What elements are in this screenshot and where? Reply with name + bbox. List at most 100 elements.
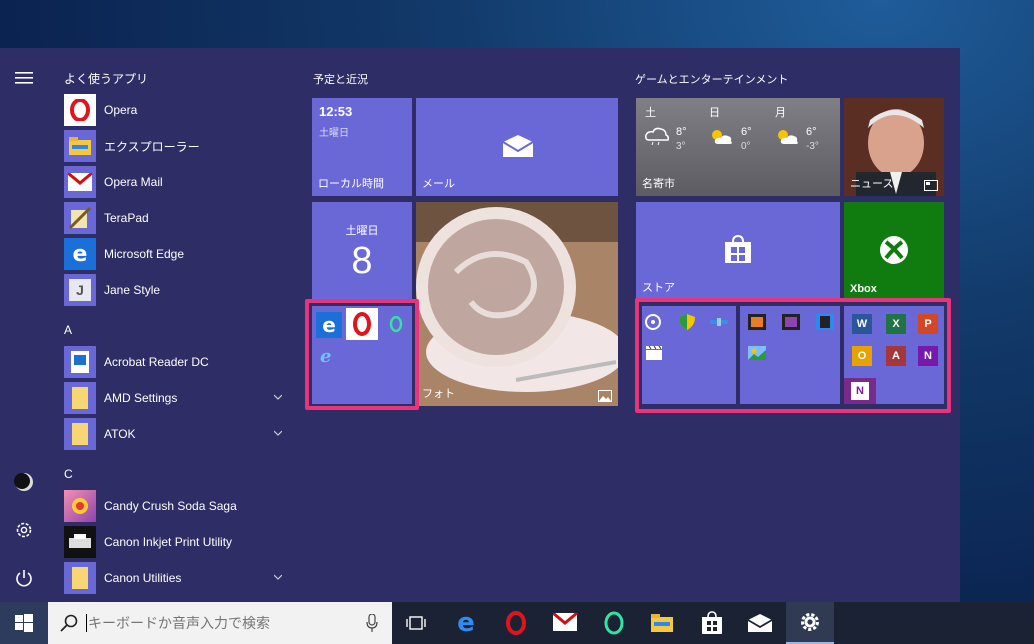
- start-menu: よく使うアプリ Opera エクスプローラー Opera Mail TeraPa…: [0, 48, 960, 602]
- weather-day: 月: [775, 107, 786, 119]
- app-label: Canon Inkjet Print Utility: [104, 535, 233, 549]
- photo-icon: [598, 390, 612, 402]
- taskbar-edge[interactable]: e: [442, 602, 490, 644]
- app-amd-settings[interactable]: AMD Settings: [64, 381, 292, 415]
- start-rail: [0, 48, 48, 602]
- clock-tile[interactable]: 12:53 土曜日 ローカル時間: [312, 98, 412, 196]
- app-canon-utilities[interactable]: Canon Utilities: [64, 561, 292, 595]
- xbox-tile[interactable]: Xbox: [844, 202, 944, 300]
- microphone-icon[interactable]: [366, 614, 378, 632]
- jane-style-icon: J: [64, 274, 96, 306]
- app-acrobat[interactable]: Acrobat Reader DC: [64, 345, 292, 379]
- group-title-entertainment[interactable]: ゲームとエンターテインメント: [635, 71, 788, 87]
- app-opera-mail[interactable]: Opera Mail: [64, 165, 292, 199]
- taskbar-explorer[interactable]: [638, 602, 686, 644]
- tile-label: ストア: [642, 282, 675, 294]
- app-label: エクスプローラー: [104, 139, 200, 154]
- tile-label: メール: [422, 178, 455, 190]
- taskbar-mail[interactable]: [736, 602, 784, 644]
- search-box[interactable]: [48, 602, 392, 644]
- app-label: Jane Style: [104, 283, 161, 297]
- weather-day: 土: [645, 107, 656, 119]
- section-header-c[interactable]: C: [64, 467, 73, 481]
- film-icon: [748, 314, 766, 330]
- app-explorer[interactable]: エクスプローラー: [64, 129, 292, 163]
- opera-icon: [346, 308, 378, 340]
- sun-cloud-icon: [778, 130, 798, 144]
- store-bag-icon: [725, 234, 751, 263]
- onenote-tile-icon: N: [844, 378, 876, 404]
- taskbar-settings[interactable]: [786, 602, 834, 644]
- edge-icon: e: [457, 608, 475, 638]
- opera-neon-icon: [389, 316, 403, 332]
- user-avatar[interactable]: [12, 470, 36, 494]
- powerpoint-icon: P: [918, 314, 938, 334]
- folder-icon: [64, 562, 96, 594]
- shield-icon: [679, 314, 695, 330]
- taskbar-opera[interactable]: [492, 602, 540, 644]
- weather-low: 0°: [741, 141, 751, 152]
- onenote-icon: N: [918, 346, 938, 366]
- tile-label: Xbox: [850, 283, 877, 295]
- tile-label: ローカル時間: [318, 178, 384, 190]
- group-title-schedule[interactable]: 予定と近況: [313, 71, 368, 87]
- media-folder-tile[interactable]: [642, 306, 736, 404]
- terapad-icon: [64, 202, 96, 234]
- taskbar-opera-mail[interactable]: [542, 602, 590, 644]
- opera-icon: [64, 94, 96, 126]
- task-view-button[interactable]: [392, 602, 440, 644]
- calendar-tile[interactable]: 土曜日 8: [312, 202, 412, 300]
- weather-high: 6°: [741, 126, 752, 138]
- search-icon: [60, 614, 78, 632]
- app-terapad[interactable]: TeraPad: [64, 201, 292, 235]
- app-atok[interactable]: ATOK: [64, 417, 292, 451]
- start-button[interactable]: [0, 602, 48, 644]
- candy-crush-icon: [64, 490, 96, 522]
- satellite-icon: [710, 318, 728, 326]
- office-folder-tile[interactable]: W X P O A N N: [844, 306, 944, 404]
- app-label: Microsoft Edge: [104, 247, 185, 261]
- windows-icon: [15, 614, 33, 632]
- app-label: Opera: [104, 103, 138, 117]
- word-icon: W: [852, 314, 872, 334]
- opera-neon-icon: [604, 611, 624, 635]
- app-opera[interactable]: Opera: [64, 93, 292, 127]
- taskbar-opera-neon[interactable]: [590, 602, 638, 644]
- excel-icon: X: [886, 314, 906, 334]
- tools-folder-tile[interactable]: [740, 306, 840, 404]
- power-icon[interactable]: [12, 566, 36, 590]
- weather-high: 6°: [806, 126, 817, 138]
- chevron-down-icon[interactable]: [274, 429, 282, 437]
- cloud-rain-icon: [645, 127, 669, 146]
- browser-folder-tile[interactable]: e e: [312, 306, 412, 404]
- app-edge[interactable]: e Microsoft Edge: [64, 237, 292, 271]
- taskbar-store[interactable]: [688, 602, 736, 644]
- search-input[interactable]: [88, 611, 348, 635]
- taskbar: e: [0, 602, 1034, 644]
- explorer-icon: [64, 130, 96, 162]
- mail-tile[interactable]: メール: [416, 98, 618, 196]
- settings-icon[interactable]: [12, 518, 36, 542]
- app-jane-style[interactable]: J Jane Style: [64, 273, 292, 307]
- newspaper-icon: [924, 180, 938, 191]
- tile-label: ニュース: [850, 178, 894, 190]
- app-label: Acrobat Reader DC: [104, 355, 209, 369]
- chevron-down-icon[interactable]: [274, 573, 282, 581]
- internet-explorer-icon: e: [320, 346, 332, 367]
- hamburger-icon[interactable]: [12, 66, 36, 90]
- store-tile[interactable]: ストア: [636, 202, 840, 300]
- section-header-a[interactable]: A: [64, 323, 72, 337]
- outlook-icon: O: [852, 346, 872, 366]
- calendar-weekday: 土曜日: [345, 225, 379, 237]
- weather-low: 3°: [676, 141, 686, 152]
- app-canon-inkjet[interactable]: Canon Inkjet Print Utility: [64, 525, 292, 559]
- app-label: Canon Utilities: [104, 571, 182, 585]
- tile-label: 名寄市: [642, 178, 675, 190]
- news-tile[interactable]: ニュース: [844, 98, 944, 196]
- chevron-down-icon[interactable]: [274, 393, 282, 401]
- frequent-header: よく使うアプリ: [64, 72, 149, 86]
- weather-tile[interactable]: 土 日 月 8° 3° 6° 0° 6° -3° 名寄市: [636, 98, 840, 196]
- app-candy-crush[interactable]: Candy Crush Soda Saga: [64, 489, 292, 523]
- photos-tile[interactable]: フォト: [416, 202, 618, 406]
- task-view-icon: [406, 616, 426, 630]
